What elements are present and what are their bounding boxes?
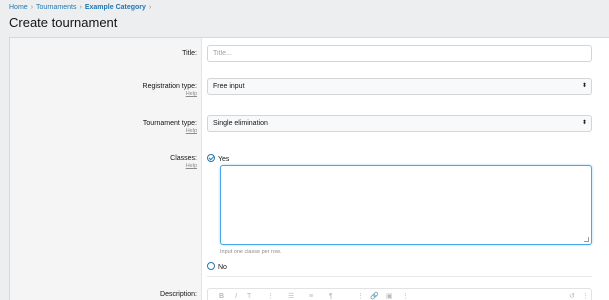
tournament-type-help-link[interactable]: Help [186,128,197,135]
more-options-icon[interactable]: ⋮ [402,292,409,300]
radio-unchecked-icon[interactable] [207,262,215,270]
classes-yes-label: Yes [218,156,230,163]
classes-yes-option[interactable]: Yes [207,154,229,164]
align-icon[interactable]: ≡ [309,292,313,300]
form-panel: Title: Registration type: Help Free inpu… [9,37,609,300]
italic-icon[interactable]: I [235,292,237,300]
paragraph-icon[interactable]: ¶ [329,292,333,300]
radio-checked-icon[interactable] [207,154,215,162]
classes-no-label: No [218,264,227,271]
image-icon[interactable]: ▣ [386,292,393,300]
classes-label: Classes: [170,155,197,162]
registration-type-help-link[interactable]: Help [186,91,197,98]
breadcrumb-separator: › [30,4,34,11]
classes-no-option[interactable]: No [207,262,227,272]
text-size-icon[interactable]: T [247,292,251,300]
undo-icon[interactable]: ↺ [569,292,575,300]
resize-handle-icon[interactable] [584,237,589,242]
more-options-icon[interactable]: ⋮ [267,292,274,300]
breadcrumb-separator: › [79,4,82,11]
tournament-type-value: Single elimination [213,120,268,127]
more-options-icon[interactable]: ⋮ [357,292,364,300]
editor-toolbar: B I T ⋮ ☰ ≡ ¶ ⋮ 🔗 ▣ ⋮ ↺ ⋮ [207,288,592,300]
more-options-icon[interactable]: ⋮ [582,292,589,300]
classes-hint: Input one classe per row. [220,249,282,255]
list-icon[interactable]: ☰ [288,292,294,300]
title-input[interactable] [207,45,592,62]
tournament-type-label: Tournament type: [142,120,197,127]
select-caret-icon: ⬍ [581,83,587,89]
registration-type-label: Registration type: [142,83,197,90]
registration-type-value: Free input [213,83,245,90]
title-label: Title: [182,50,197,57]
page-title: Create tournament [9,15,118,30]
breadcrumb-tournaments[interactable]: Tournaments [36,4,76,11]
tournament-type-select[interactable]: Single elimination ⬍ [207,115,592,132]
divider [207,276,592,277]
breadcrumb: Home › Tournaments › Example Category › [9,3,154,12]
link-icon[interactable]: 🔗 [370,292,379,300]
select-caret-icon: ⬍ [581,120,587,126]
breadcrumb-category[interactable]: Example Category [85,4,146,11]
breadcrumb-separator: › [148,4,152,11]
registration-type-select[interactable]: Free input ⬍ [207,78,592,95]
classes-textarea[interactable] [220,165,592,245]
breadcrumb-home[interactable]: Home [9,4,28,11]
bold-icon[interactable]: B [219,292,224,300]
label-column [10,38,202,300]
classes-help-link[interactable]: Help [186,163,197,170]
description-label: Description: [160,291,197,298]
